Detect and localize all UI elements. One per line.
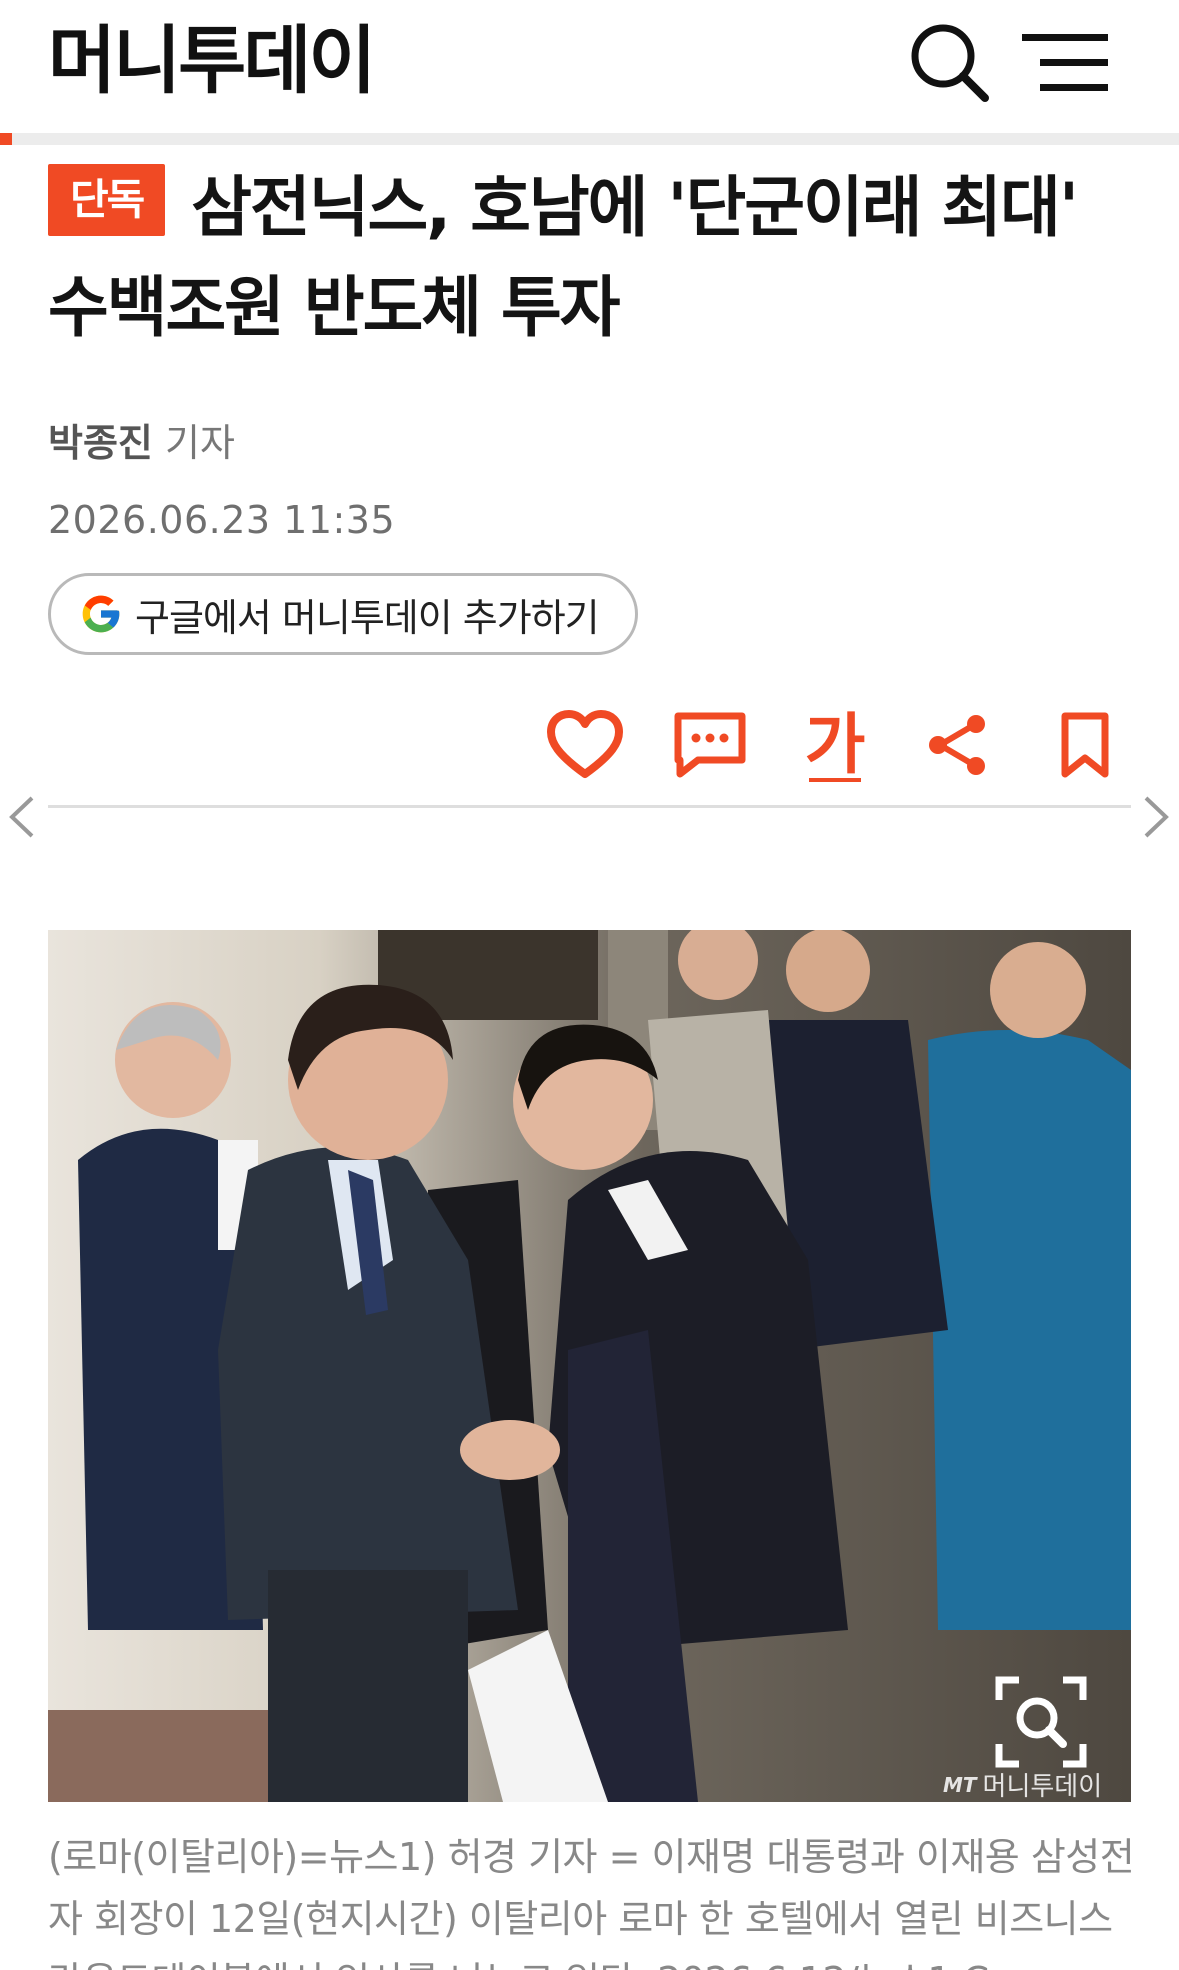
add-to-google-button[interactable]: 구글에서 머니투데이 추가하기 xyxy=(48,573,638,655)
google-g-icon xyxy=(82,595,120,633)
search-button[interactable] xyxy=(905,18,995,108)
zoom-magnify-icon xyxy=(995,1676,1087,1768)
watermark-text: 머니투데이 xyxy=(982,1772,1103,1802)
watermark-mt: MT xyxy=(943,1772,977,1797)
exclusive-badge: 단독 xyxy=(48,164,166,236)
heart-icon xyxy=(547,710,623,778)
byline: 박종진 기자 xyxy=(48,412,235,467)
top-header: 머니투데이 xyxy=(0,0,1179,145)
reading-progress-bar xyxy=(0,133,1179,145)
font-size-button[interactable]: 가 xyxy=(790,700,880,790)
chevron-left-icon xyxy=(9,796,34,838)
photo-scene xyxy=(48,930,1131,1802)
article-actions: 가 xyxy=(0,700,1179,790)
author-role: 기자 xyxy=(164,421,235,465)
site-logo[interactable]: 머니투데이 xyxy=(48,16,376,106)
comment-icon xyxy=(674,712,746,778)
comment-button[interactable] xyxy=(665,700,755,790)
author-name[interactable]: 박종진 xyxy=(48,421,153,465)
menu-icon xyxy=(1022,34,1108,91)
article-photo[interactable]: MT 머니투데이 xyxy=(48,930,1131,1802)
prev-article-button[interactable] xyxy=(4,790,38,844)
share-icon xyxy=(929,715,985,775)
font-size-icon: 가 xyxy=(804,706,866,783)
add-to-google-label: 구글에서 머니투데이 추가하기 xyxy=(135,595,600,640)
publish-datetime: 2026.06.23 11:35 xyxy=(48,498,396,542)
photo-watermark: MT 머니투데이 xyxy=(943,1766,1102,1802)
menu-button[interactable] xyxy=(1020,30,1110,96)
search-icon xyxy=(911,24,989,102)
article-title-block: 단독 삼전닉스, 호남에 '단군이래 최대' 수백조원 반도체 투자 xyxy=(48,158,1138,358)
share-button[interactable] xyxy=(912,700,1002,790)
bookmark-icon xyxy=(1061,712,1109,778)
bookmark-button[interactable] xyxy=(1040,700,1130,790)
article-headline: 단독 삼전닉스, 호남에 '단군이래 최대' 수백조원 반도체 투자 xyxy=(48,158,1138,358)
next-article-button[interactable] xyxy=(1140,790,1174,844)
photo-zoom-button[interactable] xyxy=(993,1674,1089,1770)
chevron-right-icon xyxy=(1144,796,1169,838)
like-button[interactable] xyxy=(540,700,630,790)
headline-text: 삼전닉스, 호남에 '단군이래 최대' 수백조원 반도체 투자 xyxy=(48,169,1079,346)
photo-caption: (로마(이탈리아)=뉴스1) 허경 기자 = 이재명 대통령과 이재용 삼성전자… xyxy=(48,1835,1135,1970)
reading-progress-fill xyxy=(0,133,12,145)
section-divider xyxy=(48,805,1131,808)
